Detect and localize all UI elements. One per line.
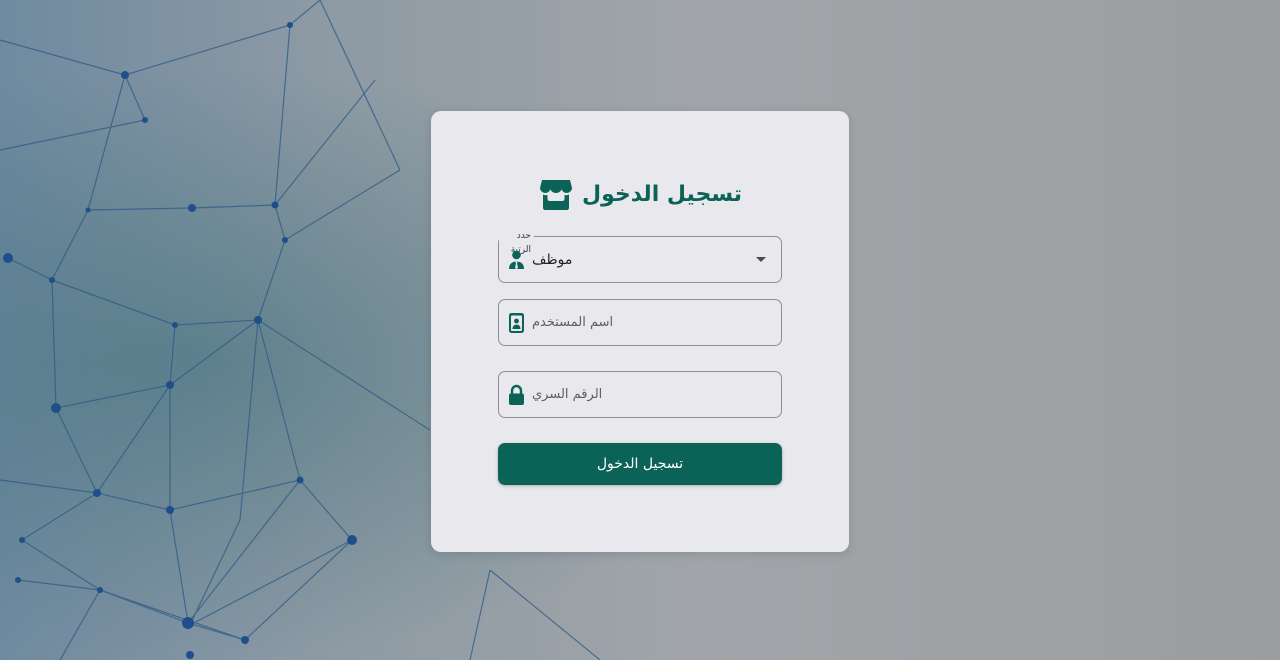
login-header: تسجيل الدخول (0, 175, 1280, 213)
username-input[interactable] (529, 300, 774, 345)
password-field (498, 371, 782, 418)
login-button[interactable]: تسجيل الدخول (498, 443, 782, 485)
username-field (498, 299, 782, 346)
role-select[interactable]: حدد الرتبة موظف (498, 229, 782, 283)
lock-icon (509, 384, 524, 405)
chevron-down-icon[interactable] (756, 257, 766, 262)
page-title: تسجيل الدخول (581, 181, 743, 207)
user-tie-icon (509, 250, 524, 269)
store-icon (539, 180, 572, 210)
id-badge-icon (509, 313, 524, 333)
role-selected-value: موظف (532, 252, 573, 268)
password-input[interactable] (529, 372, 774, 417)
